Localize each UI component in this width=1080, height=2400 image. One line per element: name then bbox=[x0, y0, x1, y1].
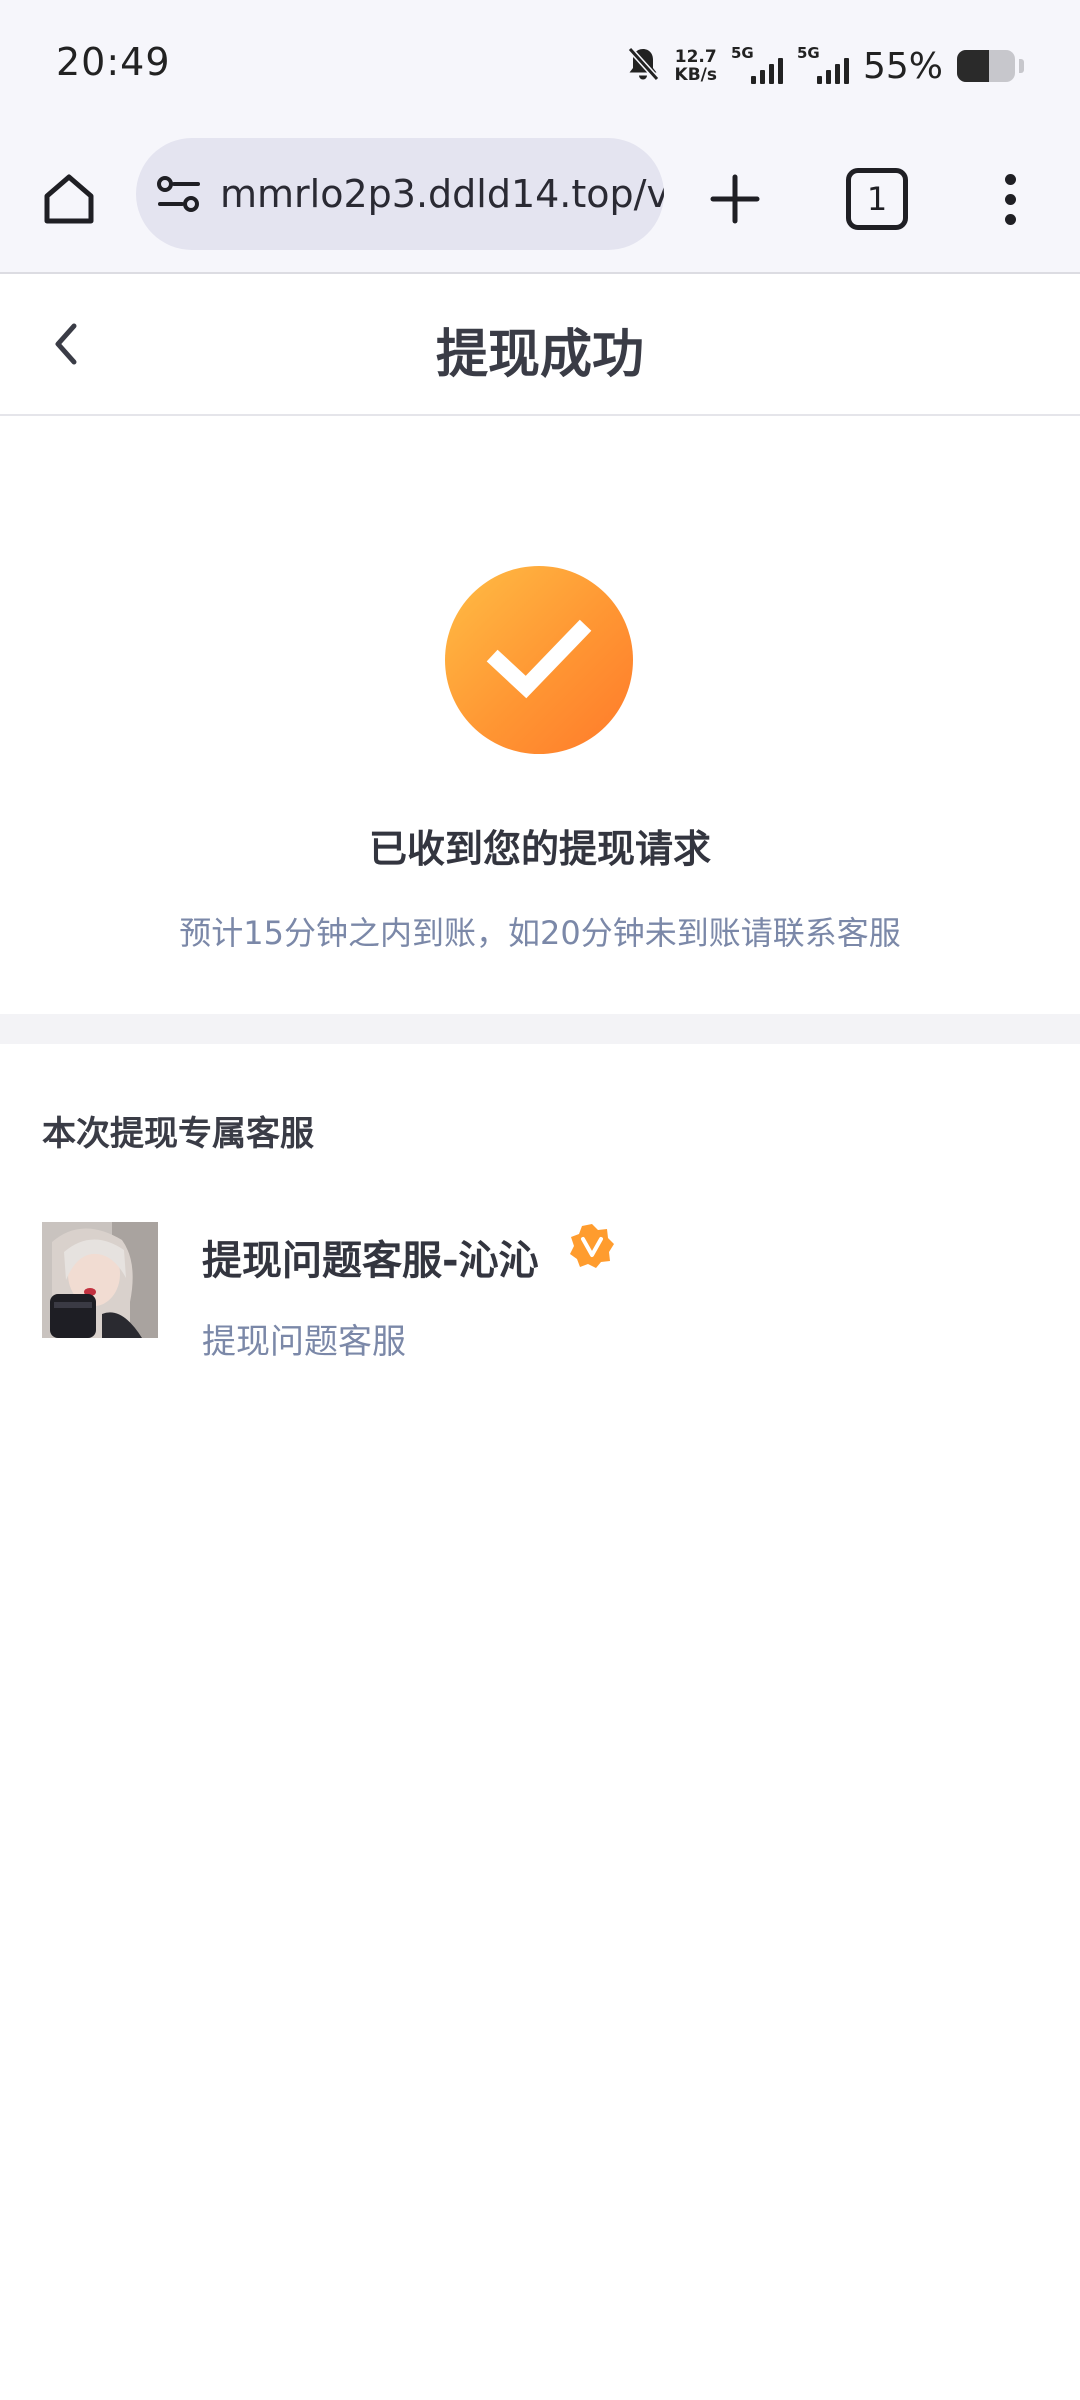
page-title: 提现成功 bbox=[435, 325, 644, 385]
browser-toolbar: mmrlo2p3.ddld14.top/v 1 bbox=[0, 130, 1080, 274]
tab-switcher-icon[interactable]: 1 bbox=[846, 168, 908, 230]
signal-icon-2: 5G bbox=[797, 44, 849, 84]
new-tab-icon[interactable] bbox=[700, 164, 770, 234]
success-check-icon bbox=[445, 566, 633, 754]
home-icon[interactable] bbox=[36, 166, 102, 232]
status-bar: 20:49 12.7 KB/s 5G 5G 55% bbox=[0, 0, 1080, 130]
tab-count: 1 bbox=[866, 180, 888, 218]
site-settings-icon[interactable] bbox=[156, 168, 202, 220]
net-speed-value: 12.7 bbox=[674, 47, 717, 67]
section-title: 本次提现专属客服 bbox=[42, 1114, 314, 1154]
address-bar[interactable]: mmrlo2p3.ddld14.top/v bbox=[136, 138, 664, 250]
agent-role: 提现问题客服 bbox=[202, 1322, 406, 1362]
net-speed-unit: KB/s bbox=[674, 65, 717, 85]
network-speed: 12.7 KB/s bbox=[675, 48, 717, 84]
more-menu-icon[interactable] bbox=[990, 164, 1030, 234]
success-subtitle: 预计15分钟之内到账，如20分钟未到账请联系客服 bbox=[179, 914, 901, 952]
bell-muted-icon bbox=[625, 45, 661, 87]
battery-percent: 55% bbox=[862, 45, 943, 87]
agent-card[interactable]: 提现问题客服-沁沁 提现问题客服 bbox=[0, 1210, 1080, 1362]
battery-tip bbox=[1019, 59, 1024, 73]
avatar[interactable] bbox=[42, 1222, 158, 1338]
status-time: 20:49 bbox=[56, 40, 171, 84]
status-icons: 12.7 KB/s 5G 5G 55% bbox=[625, 44, 1024, 88]
page-header: 提现成功 bbox=[0, 274, 1080, 416]
signal-icon: 5G bbox=[731, 44, 783, 84]
section-divider bbox=[0, 1014, 1080, 1044]
agent-name: 提现问题客服-沁沁 bbox=[202, 1238, 539, 1284]
verified-badge-icon bbox=[568, 1222, 616, 1270]
success-title: 已收到您的提现请求 bbox=[368, 827, 711, 871]
battery-icon bbox=[957, 50, 1015, 82]
url-text[interactable]: mmrlo2p3.ddld14.top/v bbox=[220, 172, 664, 216]
